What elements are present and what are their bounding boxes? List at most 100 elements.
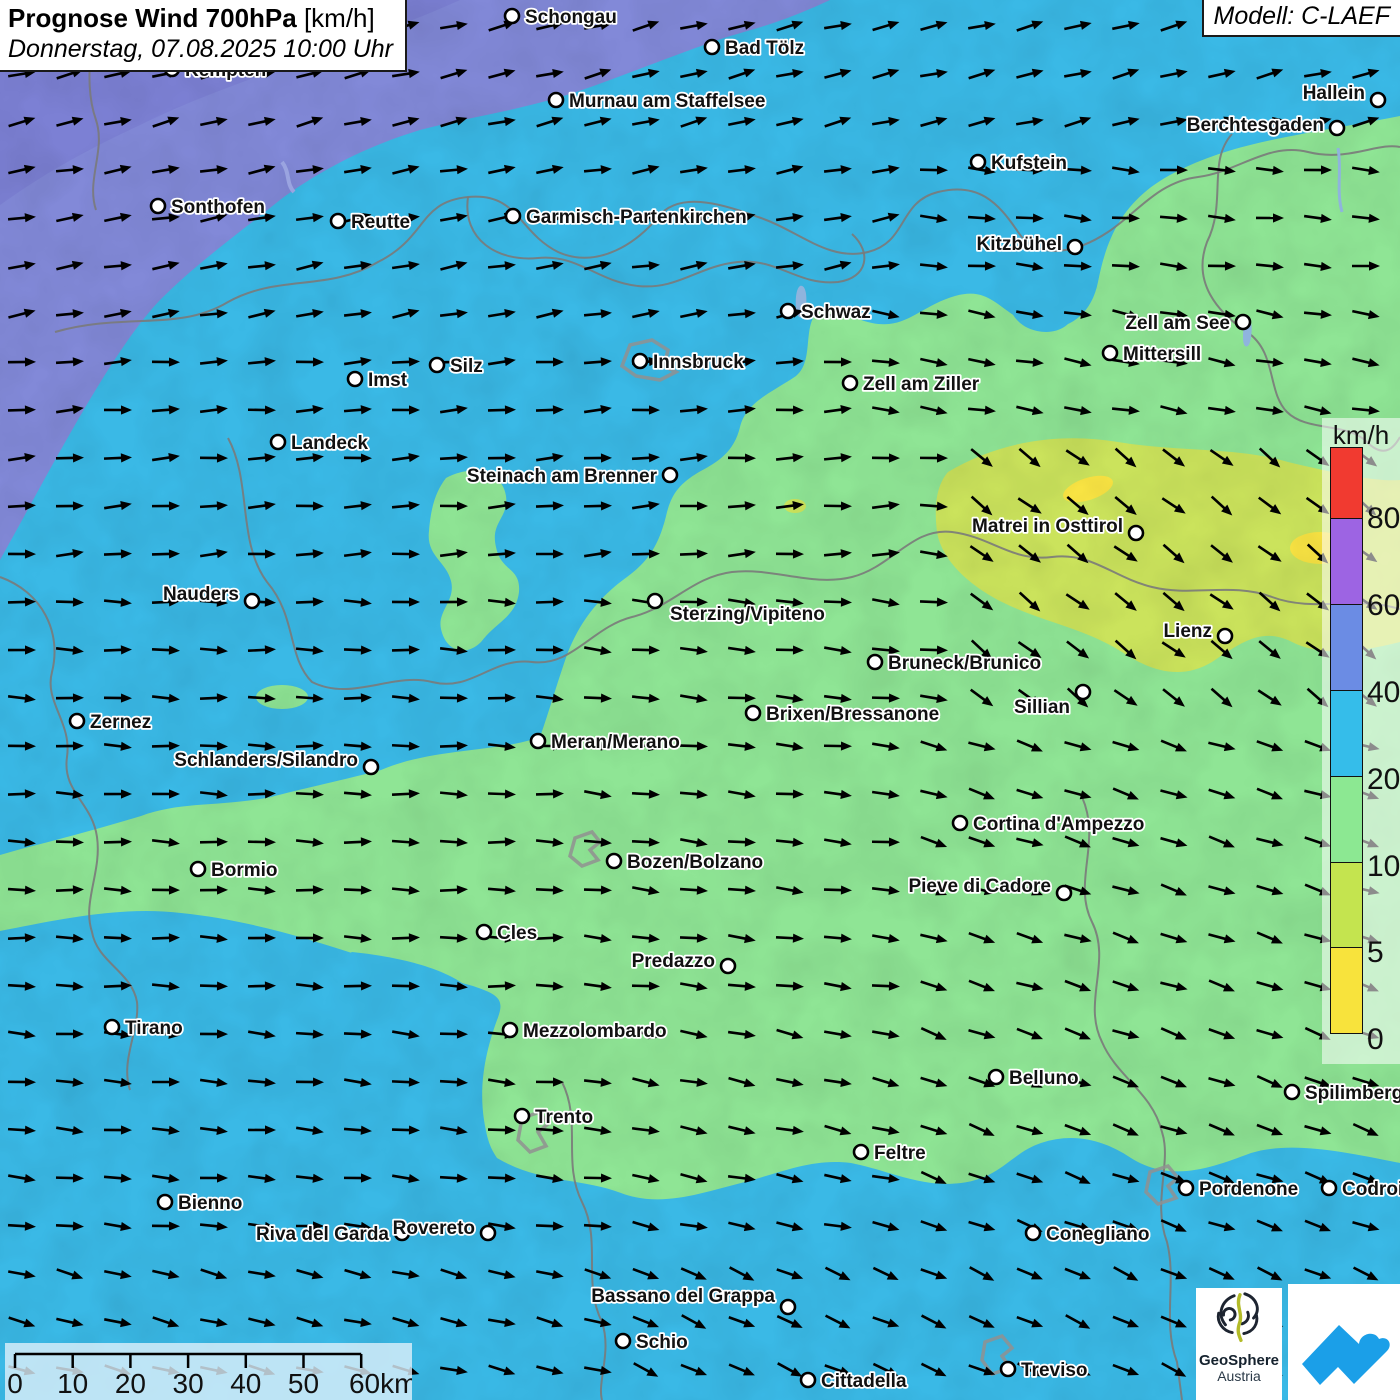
city: Riva del Garda [256, 1224, 409, 1245]
city-marker [158, 1195, 172, 1209]
wind-forecast-map: SchongauBad TölzMurnau am StaffelseeKemp… [0, 0, 1400, 1400]
city-label: Bormio [211, 860, 278, 881]
scale-label: 20 [115, 1368, 146, 1399]
scale-label: 40 [230, 1368, 261, 1399]
city-marker [1218, 629, 1232, 643]
city-marker [364, 760, 378, 774]
city-marker [607, 854, 621, 868]
city-label: Pordenone [1199, 1179, 1298, 1200]
city-label: Mezzolombardo [523, 1021, 667, 1042]
city-marker [1179, 1181, 1193, 1195]
legend-segment [1330, 518, 1363, 605]
scale-label: 50 [288, 1368, 319, 1399]
city: Bruneck/Brunico [868, 653, 1041, 674]
city-marker [151, 199, 165, 213]
city-label: Zell am See [1125, 313, 1230, 334]
city-label: Sonthofen [171, 197, 265, 218]
scale-label: 0 [7, 1368, 23, 1399]
legend-segment [1330, 604, 1363, 691]
city-marker [663, 468, 677, 482]
map-subtitle: Donnerstag, 07.08.2025 10:00 Uhr [8, 35, 393, 64]
city-label: Bozen/Bolzano [627, 852, 763, 873]
city: Matrei in Osttirol [972, 516, 1143, 540]
map-canvas: SchongauBad TölzMurnau am StaffelseeKemp… [0, 0, 1400, 1400]
city-label: Bienno [178, 1193, 242, 1214]
legend-segment [1330, 776, 1363, 863]
legend-segment [1330, 447, 1363, 519]
city-label: Bruneck/Brunico [888, 653, 1041, 674]
city-marker [953, 816, 967, 830]
city-marker [481, 1226, 495, 1240]
legend-tick-label: 20 [1367, 765, 1400, 795]
city-marker [1285, 1085, 1299, 1099]
city-marker [616, 1334, 630, 1348]
legend-tick-label: 80 [1367, 504, 1400, 534]
city-marker [191, 862, 205, 876]
city-label: Berchtesgaden [1187, 115, 1324, 136]
city-marker [105, 1020, 119, 1034]
city-marker [1068, 240, 1082, 254]
city-marker [348, 372, 362, 386]
city-label: Kitzbühel [977, 234, 1063, 255]
city-marker [549, 93, 563, 107]
city-marker [245, 594, 259, 608]
city-marker [515, 1109, 529, 1123]
city: Berchtesgaden [1187, 115, 1344, 136]
city-label: Lienz [1163, 621, 1212, 642]
city-label: Kufstein [991, 153, 1067, 174]
city-label: Steinach am Brenner [467, 466, 658, 487]
scale-label: 60km [349, 1368, 412, 1399]
city-label: Zernez [90, 712, 151, 733]
city-marker [746, 706, 760, 720]
city-marker [989, 1070, 1003, 1084]
city-label: Belluno [1009, 1068, 1079, 1089]
city-label: Predazzo [632, 951, 715, 972]
city-marker [843, 376, 857, 390]
city-marker [1001, 1362, 1015, 1376]
model-label: Modell: C-LAEF [1202, 0, 1400, 37]
city-marker [477, 925, 491, 939]
city-label: Brixen/Bressanone [766, 704, 939, 725]
city: Steinach am Brenner [467, 466, 677, 487]
city-label: Rovereto [393, 1218, 475, 1239]
city-marker [801, 1373, 815, 1387]
map-scale-bar: 0102030405060km [5, 1343, 412, 1400]
city-label: Bassano del Grappa [591, 1286, 775, 1307]
city: Bozen/Bolzano [607, 852, 763, 873]
city-label: Treviso [1021, 1360, 1088, 1381]
city-marker [505, 9, 519, 23]
map-title-main: Prognose Wind 700hPa [8, 3, 297, 33]
city-label: Riva del Garda [256, 1224, 389, 1245]
city-marker [781, 1300, 795, 1314]
city-label: Imst [368, 370, 408, 391]
city-marker [1103, 346, 1117, 360]
city-label: Pieve di Cadore [908, 876, 1051, 897]
city-label: Cles [497, 923, 537, 944]
city-label: Cortina d'Ampezzo [973, 814, 1144, 835]
city-marker [721, 959, 735, 973]
city-label: Codroipo [1342, 1179, 1400, 1200]
city-marker [1371, 93, 1385, 107]
scale-label: 30 [173, 1368, 204, 1399]
city: Cortina d'Ampezzo [953, 814, 1144, 835]
legend-segment [1330, 947, 1363, 1034]
city-label: Nauders [163, 584, 239, 605]
city-label: Zell am Ziller [863, 374, 980, 395]
city-marker [1076, 685, 1090, 699]
city-marker [1236, 315, 1250, 329]
city-label: Schongau [525, 7, 617, 28]
wind-speed-legend: km/h 806040201050 [1322, 418, 1400, 1064]
city-marker [503, 1023, 517, 1037]
legend-segment [1330, 862, 1363, 948]
city-label: Spilimbergo [1305, 1083, 1400, 1104]
city-label: Hallein [1303, 83, 1365, 104]
city-label: Schlanders/Silandro [174, 750, 358, 771]
city-label: Innsbruck [653, 352, 744, 373]
legend-tick-label: 10 [1367, 852, 1400, 882]
map-title-unit: [km/h] [297, 3, 375, 33]
city: Schlanders/Silandro [174, 750, 378, 774]
legend-segment [1330, 690, 1363, 777]
city-label: Murnau am Staffelsee [569, 91, 765, 112]
city-marker [633, 354, 647, 368]
city-marker [648, 594, 662, 608]
